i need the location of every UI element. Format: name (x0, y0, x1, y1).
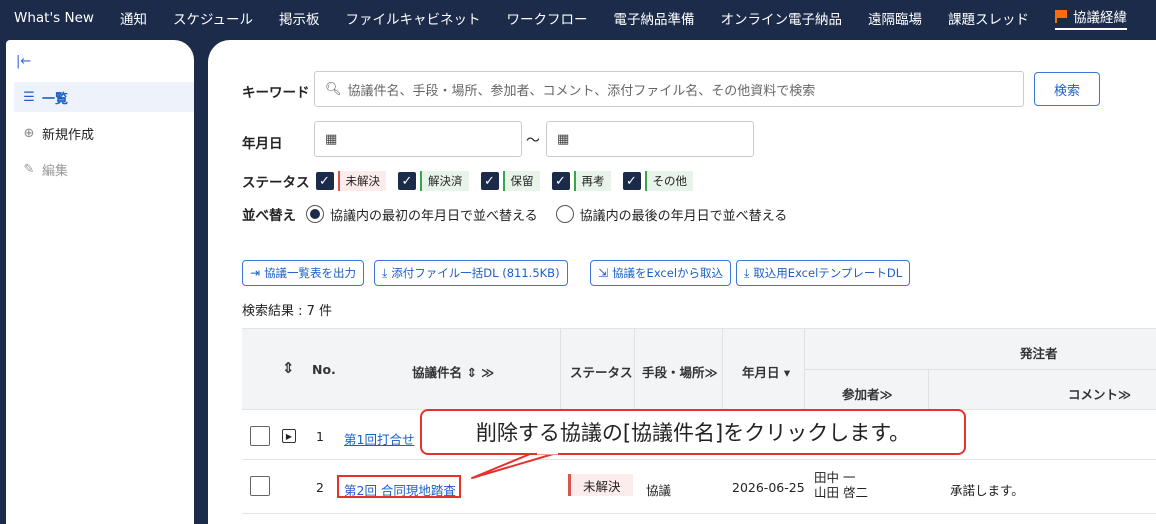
search-icon: 🔍︎ (325, 81, 342, 97)
col-status: ステータス (570, 365, 633, 380)
col-participants[interactable]: 参加者≫ (842, 384, 893, 403)
download-attachments-label: 添付ファイル一括DL (811.5KB) (391, 266, 560, 280)
result-count: 検索結果 : 7 件 (242, 304, 333, 319)
nav-schedule[interactable]: スケジュール (173, 8, 253, 28)
sort-first-date-radio[interactable] (306, 205, 324, 223)
status-resolved-checkbox[interactable]: ✓ (398, 172, 416, 190)
status-unresolved-checkbox[interactable]: ✓ (315, 172, 334, 190)
row-no: 1 (316, 429, 324, 444)
sidebar-item-label: 新規作成 (42, 127, 95, 143)
col-comment[interactable]: コメント≫ (1068, 384, 1131, 403)
import-icon: ⇲ (598, 266, 609, 280)
row-checkbox[interactable] (250, 426, 270, 446)
date-label: 年月日 (242, 136, 283, 152)
import-excel-label: 協議をExcelから取込 (612, 266, 724, 280)
collapse-sidebar-icon[interactable]: |← (16, 54, 31, 69)
nav-e-delivery-prep[interactable]: 電子納品準備 (614, 8, 695, 28)
col-method[interactable]: 手段・場所≫ (642, 362, 718, 381)
row-no: 2 (316, 480, 324, 495)
status-reconsider-checkbox[interactable]: ✓ (551, 172, 570, 190)
keyword-search-input[interactable]: 🔍︎ 協議件名、手段・場所、参加者、コメント、添付ファイル名、その他資料で検索 (314, 71, 1024, 107)
flag-icon (1055, 10, 1068, 23)
download-icon: ⤓ (382, 265, 388, 280)
row-checkbox[interactable] (250, 476, 270, 496)
sort-last-date-radio[interactable] (555, 205, 574, 223)
export-icon: ⇥ (250, 266, 261, 280)
keyword-placeholder: 協議件名、手段・場所、参加者、コメント、添付ファイル名、その他資料で検索 (347, 83, 816, 99)
instruction-callout: 削除する協議の[協議件名]をクリックします。 (420, 409, 966, 455)
sidebar-item-label: 編集 (42, 163, 69, 179)
list-icon: ☰ (23, 89, 35, 105)
row-participants: 田中 一 山田 啓二 (814, 470, 868, 500)
table-header: ⇕ No. 協議件名 ⇕ ≫ ステータス 手段・場所≫ 年月日 ▾ 発注者 参加… (242, 328, 1156, 411)
nav-consultation-history[interactable]: 協議経緯 (1055, 6, 1128, 30)
nav-bulletin[interactable]: 掲示板 (279, 8, 320, 28)
row-title-link[interactable]: 第1回打合せ (344, 429, 414, 448)
col-no: No. (312, 362, 336, 377)
download-attachments-button[interactable]: ⤓ 添付ファイル一括DL (811.5KB) (374, 260, 568, 286)
status-filter: ステータス ✓ 未解決 ✓ 解決済 ✓ 保留 ✓ 再考 ✓ その他 (242, 171, 705, 191)
top-nav: What's New 通知 スケジュール 掲示板 ファイルキャビネット ワークフ… (0, 0, 1156, 36)
col-date[interactable]: 年月日 ▾ (742, 362, 790, 381)
sort-options: 並べ替え 協議内の最初の年月日で並べ替える 協議内の最後の年月日で並べ替える (242, 204, 787, 224)
status-label: ステータス (242, 175, 310, 191)
date-to-input[interactable]: ▦ (546, 121, 754, 157)
sort-label: 並べ替え (242, 208, 296, 224)
row-method: 協議 (646, 483, 672, 498)
date-from-input[interactable]: ▦ (314, 121, 522, 157)
keyword-label: キーワード (242, 85, 310, 101)
status-badge: 未解決 (568, 474, 633, 496)
status-tag-other: その他 (644, 171, 693, 191)
calendar-icon: ▦ (557, 131, 570, 147)
reorder-icon[interactable]: ⇕ (282, 359, 295, 377)
sort-first-date-label: 協議内の最初の年月日で並べ替える (330, 208, 538, 224)
row-comment: 承諾します。 (950, 483, 1024, 498)
add-icon: ⊕ (23, 125, 35, 141)
expand-icon[interactable]: ▶ (282, 429, 296, 443)
export-list-button[interactable]: ⇥ 協議一覧表を出力 (242, 260, 365, 286)
nav-remote-inspection[interactable]: 遠隔臨場 (868, 8, 922, 28)
sidebar-item-list[interactable]: ☰ 一覧 (14, 82, 194, 112)
template-download-label: 取込用ExcelテンプレートDL (753, 266, 903, 280)
status-hold-checkbox[interactable]: ✓ (480, 172, 499, 190)
pencil-icon: ✎ (23, 161, 35, 177)
calendar-icon: ▦ (325, 131, 338, 147)
nav-consultation-history-label: 協議経緯 (1073, 10, 1128, 26)
sidebar: |← ☰ 一覧 ⊕ 新規作成 ✎ 編集 (6, 40, 194, 524)
col-client: 発注者 (1020, 346, 1058, 361)
highlight-box (337, 475, 461, 498)
sidebar-item-label: 一覧 (42, 91, 69, 107)
nav-workflow[interactable]: ワークフロー (507, 8, 588, 28)
status-tag-resolved: 解決済 (420, 171, 469, 191)
status-tag-hold: 保留 (502, 171, 540, 191)
export-list-label: 協議一覧表を出力 (264, 266, 357, 280)
nav-file-cabinet[interactable]: ファイルキャビネット (346, 8, 481, 28)
download-icon: ⤓ (744, 265, 750, 280)
status-other-checkbox[interactable]: ✓ (622, 172, 641, 190)
date-range-separator: ～ (526, 133, 540, 149)
sidebar-item-new[interactable]: ⊕ 新規作成 (14, 118, 194, 148)
search-button[interactable]: 検索 (1034, 72, 1100, 106)
template-download-button[interactable]: ⤓ 取込用ExcelテンプレートDL (736, 260, 911, 286)
row-date: 2026-06-25 (732, 480, 805, 495)
col-title[interactable]: 協議件名 ⇕ ≫ (412, 362, 494, 381)
nav-notifications[interactable]: 通知 (120, 8, 147, 28)
status-tag-unresolved: 未解決 (337, 171, 386, 191)
status-tag-reconsider: 再考 (573, 171, 611, 191)
nav-whats-new[interactable]: What's New (14, 10, 94, 26)
nav-issue-threads[interactable]: 課題スレッド (948, 8, 1029, 28)
sidebar-item-edit[interactable]: ✎ 編集 (14, 154, 194, 184)
import-excel-button[interactable]: ⇲ 協議をExcelから取込 (590, 260, 732, 286)
sort-last-date-label: 協議内の最後の年月日で並べ替える (579, 208, 788, 224)
nav-online-e-delivery[interactable]: オンライン電子納品 (721, 8, 843, 28)
